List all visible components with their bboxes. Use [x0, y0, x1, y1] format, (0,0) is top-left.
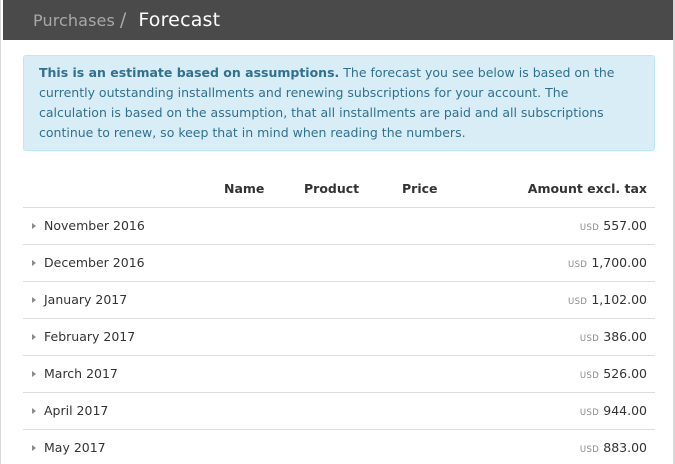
amount-value: 557.00: [603, 218, 647, 233]
currency-code: USD: [567, 260, 588, 270]
forecast-table: Name Product Price Amount excl. tax Nove…: [23, 171, 655, 464]
currency-code: USD: [567, 297, 588, 307]
table-row-november-2016[interactable]: November 2016 USD 557.00: [23, 208, 655, 245]
column-header-amount[interactable]: Amount excl. tax: [528, 181, 647, 196]
amount-value: 386.00: [603, 329, 647, 344]
caret-right-icon[interactable]: [32, 334, 36, 340]
table-row-january-2017[interactable]: January 2017 USD 1,102.00: [23, 282, 655, 319]
row-month: November 2016: [44, 218, 145, 233]
amount-value: 944.00: [603, 403, 647, 418]
amount-value: 526.00: [603, 366, 647, 381]
row-amount: USD 1,102.00: [568, 292, 647, 307]
row-amount: USD 883.00: [580, 440, 647, 455]
currency-code: USD: [579, 334, 600, 344]
caret-right-icon[interactable]: [32, 223, 36, 229]
page-frame: Purchases / Forecast This is an estimate…: [0, 0, 675, 464]
page-header: Purchases / Forecast: [3, 0, 673, 40]
currency-code: USD: [579, 445, 600, 455]
row-month: April 2017: [44, 403, 109, 418]
row-month: December 2016: [44, 255, 145, 270]
table-row-february-2017[interactable]: February 2017 USD 386.00: [23, 319, 655, 356]
column-header-name[interactable]: Name: [224, 181, 264, 196]
row-amount: USD 944.00: [580, 403, 647, 418]
table-row-december-2016[interactable]: December 2016 USD 1,700.00: [23, 245, 655, 282]
caret-right-icon[interactable]: [32, 445, 36, 451]
alert-bold-text: This is an estimate based on assumptions…: [39, 65, 340, 80]
row-amount: USD 1,700.00: [568, 255, 647, 270]
column-header-product[interactable]: Product: [304, 181, 359, 196]
row-amount: USD 386.00: [580, 329, 647, 344]
currency-code: USD: [579, 408, 600, 418]
row-amount: USD 526.00: [580, 366, 647, 381]
row-month: May 2017: [44, 440, 106, 455]
row-month: February 2017: [44, 329, 136, 344]
currency-code: USD: [579, 223, 600, 233]
breadcrumb-purchases-link[interactable]: Purchases: [33, 11, 115, 30]
caret-right-icon[interactable]: [32, 408, 36, 414]
caret-right-icon[interactable]: [32, 297, 36, 303]
table-header-row: Name Product Price Amount excl. tax: [23, 171, 655, 208]
breadcrumb-separator: /: [119, 9, 127, 31]
row-month: January 2017: [44, 292, 128, 307]
table-row-april-2017[interactable]: April 2017 USD 944.00: [23, 393, 655, 430]
table-row-may-2017[interactable]: May 2017 USD 883.00: [23, 430, 655, 464]
caret-right-icon[interactable]: [32, 260, 36, 266]
column-header-price[interactable]: Price: [402, 181, 438, 196]
table-row-march-2017[interactable]: March 2017 USD 526.00: [23, 356, 655, 393]
amount-value: 883.00: [603, 440, 647, 455]
page-title: Forecast: [138, 9, 221, 31]
currency-code: USD: [579, 371, 600, 381]
amount-value: 1,700.00: [591, 255, 647, 270]
caret-right-icon[interactable]: [32, 371, 36, 377]
amount-value: 1,102.00: [591, 292, 647, 307]
row-amount: USD 557.00: [580, 218, 647, 233]
forecast-info-alert: This is an estimate based on assumptions…: [23, 55, 655, 151]
row-month: March 2017: [44, 366, 118, 381]
